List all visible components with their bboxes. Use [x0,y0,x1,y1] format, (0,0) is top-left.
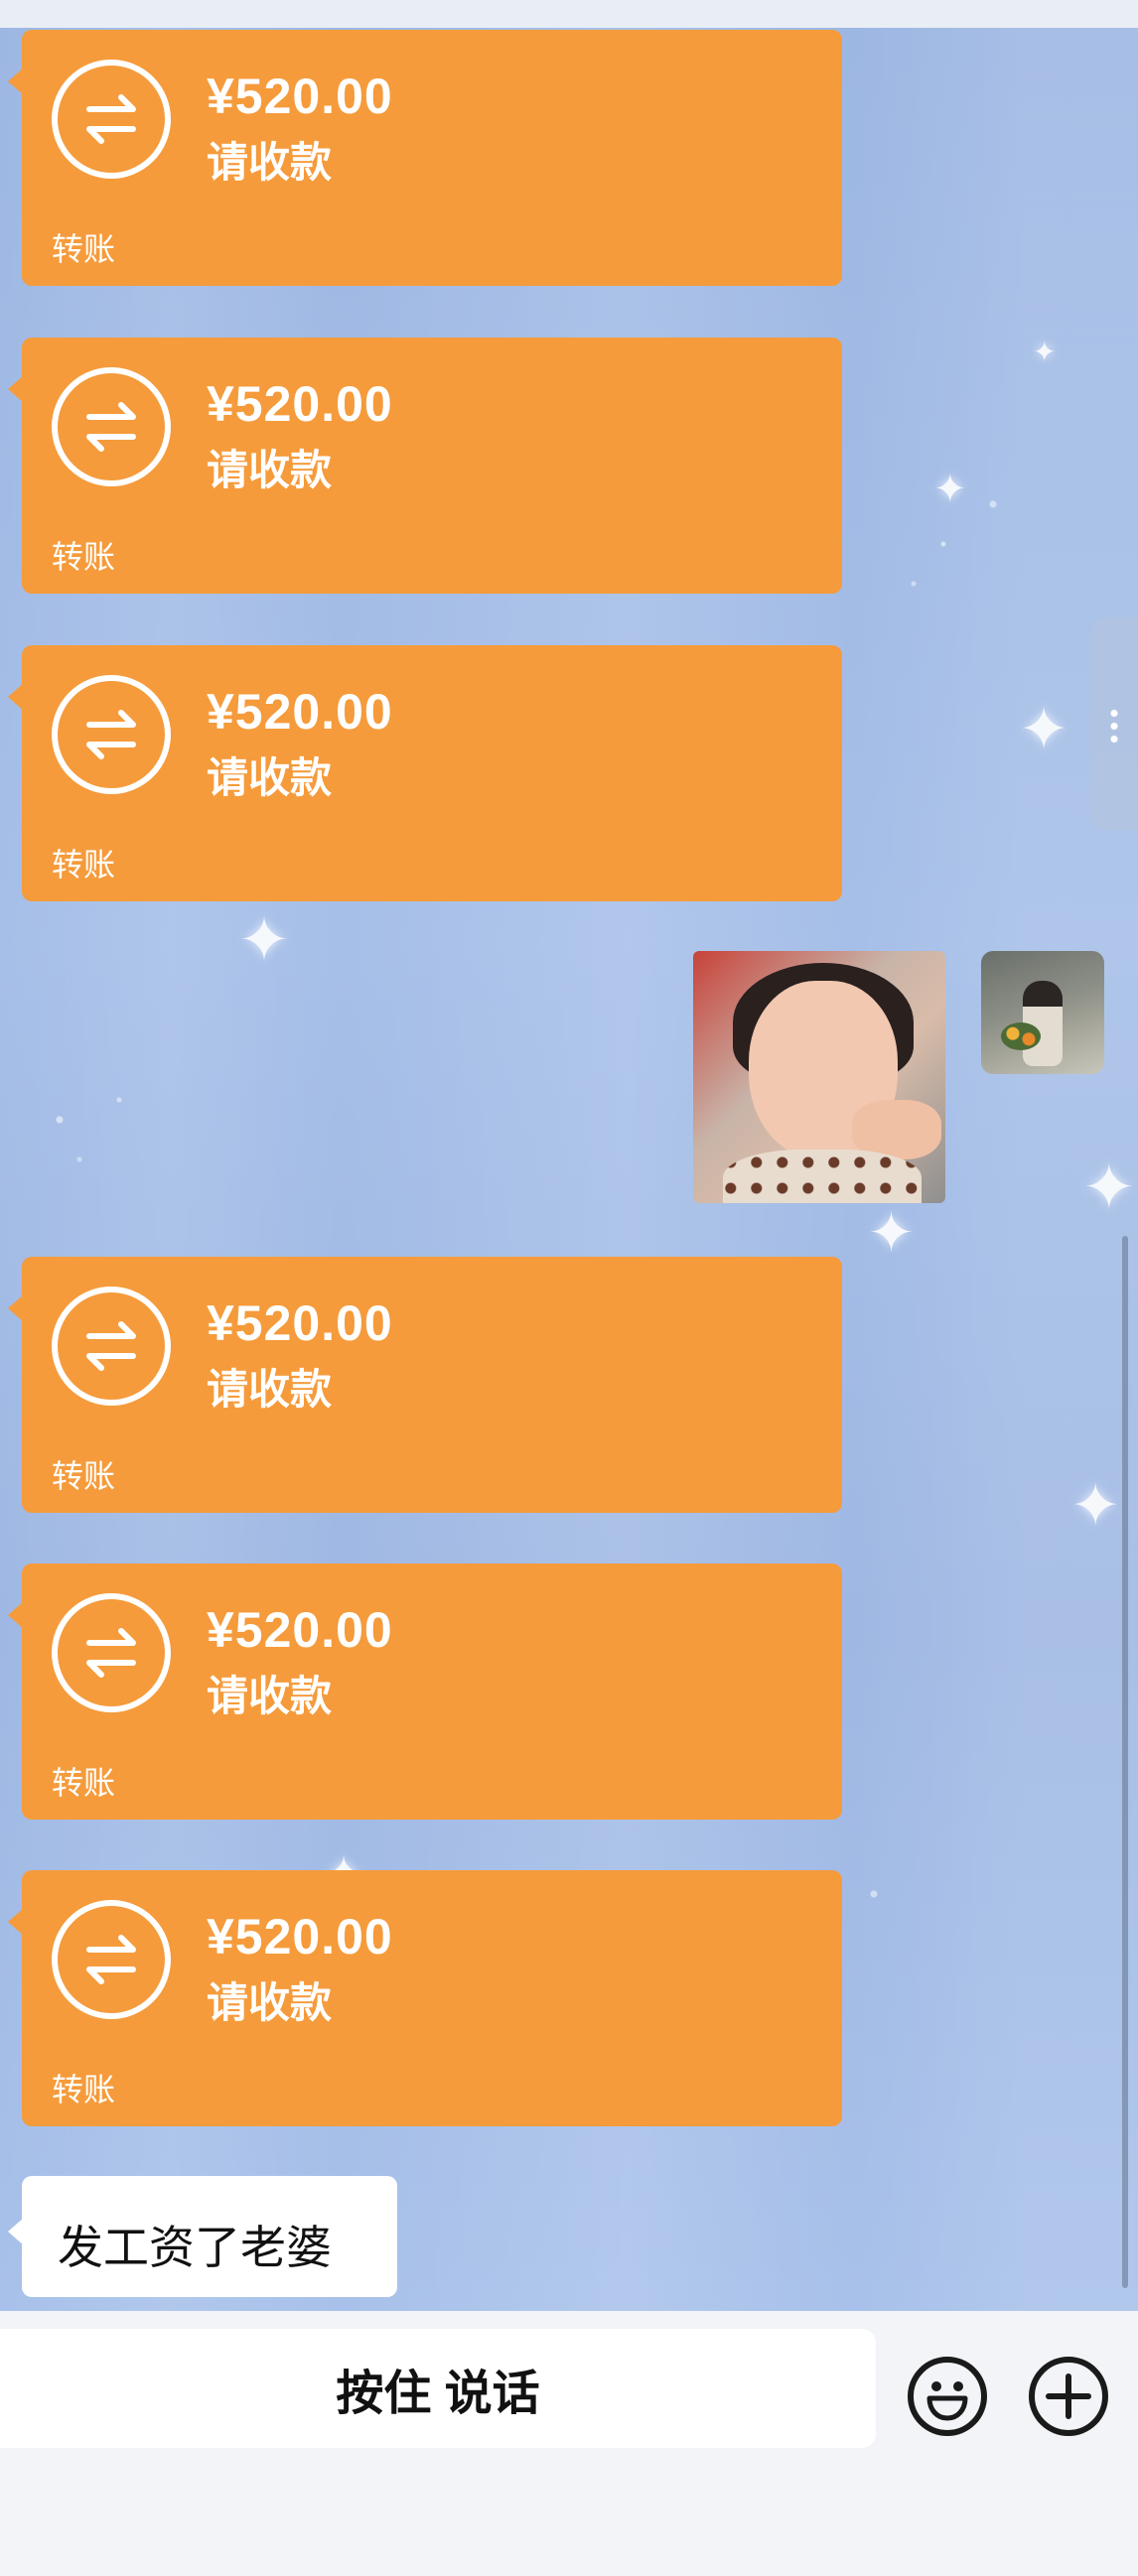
message-text: 发工资了老婆 [58,2222,332,2273]
transfer-amount: ¥520.00 [207,376,393,432]
sparkle-decoration: ✦ [868,1201,915,1266]
transfer-status: 请收款 [207,139,333,186]
transfer-message[interactable]: ¥520.00 请收款 转账 [8,645,842,901]
transfer-status: 请收款 [207,1366,333,1413]
sparkle-decoration: ✦ [933,467,967,512]
transfer-label: 转账 [52,539,116,575]
transfer-amount: ¥520.00 [207,1909,393,1965]
transfer-amount: ¥520.00 [207,1602,393,1658]
transfer-status: 请收款 [207,1673,333,1719]
transfer-icon [52,60,171,179]
transfer-label: 转账 [52,1765,116,1801]
transfer-amount: ¥520.00 [207,68,393,124]
transfer-status: 请收款 [207,754,333,801]
input-bar: 按住 说话 [0,2311,1138,2576]
transfer-icon [52,1287,171,1406]
transfer-label: 转账 [52,847,116,882]
sparkle-decoration: ✦ [1033,336,1057,368]
sparkle-decoration: ✦ [1070,1471,1121,1541]
transfer-icon [52,1593,171,1712]
transfer-message[interactable]: ¥520.00 请收款 转账 [8,30,842,286]
avatar[interactable] [981,951,1104,1074]
more-dots-icon [1110,707,1118,746]
transfer-icon [52,1900,171,2019]
transfer-label: 转账 [52,2072,116,2107]
emoji-icon[interactable] [908,2357,987,2436]
transfer-amount: ¥520.00 [207,684,393,740]
sparkle-decoration: ✦ [1082,1152,1136,1225]
sticker-message[interactable] [693,951,945,1203]
transfer-message[interactable]: ¥520.00 请收款 转账 [8,1563,842,1820]
transfer-icon [52,367,171,486]
sparkle-decoration: ✦ [1019,695,1069,764]
plus-icon[interactable] [1029,2357,1108,2436]
transfer-icon [52,675,171,794]
transfer-message[interactable]: ¥520.00 请收款 转账 [8,1870,842,2126]
transfer-message[interactable]: ¥520.00 请收款 转账 [8,338,842,594]
transfer-message[interactable]: ¥520.00 请收款 转账 [8,1257,842,1513]
side-drawer-handle[interactable] [1090,617,1138,830]
text-message[interactable]: 发工资了老婆 [8,2176,397,2297]
scrollbar[interactable] [1122,1236,1128,2288]
transfer-label: 转账 [52,1458,116,1494]
transfer-status: 请收款 [207,447,333,493]
sparkle-decoration: ✦ [238,903,290,976]
transfer-amount: ¥520.00 [207,1295,393,1351]
transfer-status: 请收款 [207,1979,333,2026]
hold-to-talk-button[interactable]: 按住 说话 [0,2329,876,2448]
transfer-label: 转账 [52,231,116,267]
